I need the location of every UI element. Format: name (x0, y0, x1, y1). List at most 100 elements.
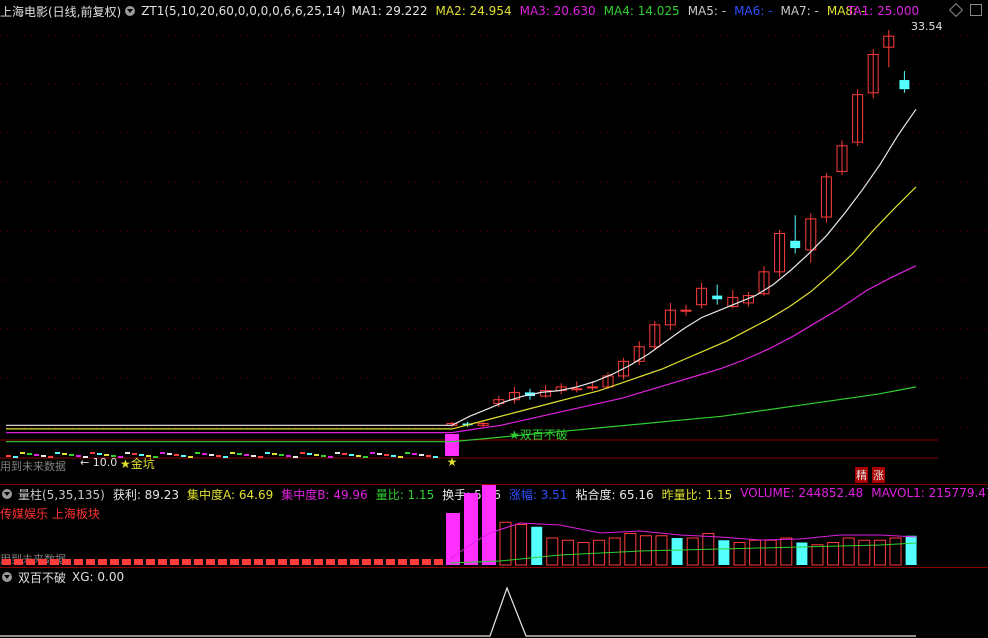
flat-candle (202, 453, 207, 455)
flat-candle (27, 453, 32, 455)
flat-candle (125, 452, 130, 454)
flat-candle (300, 452, 305, 454)
flat-volume-bar (2, 559, 11, 565)
star-marker: ★ (447, 455, 458, 469)
flat-candle (55, 452, 60, 454)
volume-bar-up (561, 539, 574, 566)
volume-bar-up (686, 537, 699, 566)
mavol1-line (449, 522, 917, 560)
flat-candle (223, 456, 228, 458)
flat-volume-bar (302, 559, 311, 565)
flat-candle (251, 455, 256, 457)
flat-candle (195, 452, 200, 454)
flat-candle (230, 452, 235, 454)
flat-volume-bar (374, 559, 383, 565)
flat-candle (384, 454, 389, 456)
flat-candle (419, 454, 424, 456)
flat-volume-bar (26, 559, 35, 565)
flat-volume-bar (86, 559, 95, 565)
volume-bar-up (608, 537, 621, 566)
flat-volume-bar (410, 559, 419, 565)
flat-volume-bar (14, 559, 23, 565)
flat-volume-bar (110, 559, 119, 565)
flat-candle (356, 455, 361, 457)
flat-candle (6, 455, 11, 457)
flat-candle (307, 453, 312, 455)
flat-volume-bar (434, 559, 443, 565)
corner-label-jing: 精 (855, 467, 868, 483)
volume-bar-up (858, 539, 871, 566)
flat-volume-bar (350, 559, 359, 565)
candlestick-chart: ★ (0, 30, 988, 469)
flat-candle (433, 456, 438, 458)
flat-volume-bar (194, 559, 203, 565)
flat-volume-bar (122, 559, 131, 565)
launch-volume-bar (482, 485, 496, 565)
volume-bar-down (718, 540, 730, 565)
volume-bar-down (905, 535, 917, 565)
flat-candle (97, 453, 102, 455)
candle-body-up (680, 309, 692, 312)
flat-volume-bar (74, 559, 83, 565)
ma-line-MA4 (6, 386, 917, 443)
flat-candle (370, 452, 375, 454)
volume-bar-up (811, 544, 824, 566)
volume-bar-up (733, 542, 746, 566)
launch-bar (445, 434, 459, 456)
flat-volume-bar (290, 559, 299, 565)
flat-candle (181, 455, 186, 457)
flat-volume-bar (362, 559, 371, 565)
corner-label-zhang: 涨 (872, 467, 885, 483)
candle-body-down (790, 240, 801, 249)
volume-bar-up (873, 539, 886, 566)
flat-candle (34, 454, 39, 456)
flat-candle (279, 454, 284, 456)
flat-volume-bar (266, 559, 275, 565)
flat-candle (335, 452, 340, 454)
flat-volume-bar (278, 559, 287, 565)
volume-chart (2, 485, 917, 566)
candle-body-up (586, 386, 598, 389)
flat-volume-bar (242, 559, 251, 565)
flat-volume-bar (170, 559, 179, 565)
volume-bar-up (889, 537, 902, 566)
volume-panel: 量柱(5,35,135) 获利: 89.23 集中度A: 64.69 集中度B: 49… (0, 485, 988, 567)
flat-candle (174, 454, 179, 456)
flat-candle (41, 455, 46, 457)
flat-candle (167, 453, 172, 455)
candle-body-down (899, 80, 910, 90)
indicator-chart (0, 586, 916, 637)
volume-bar-down (531, 526, 543, 565)
flat-volume-bar (218, 559, 227, 565)
flat-candle (216, 455, 221, 457)
mavol2-line (449, 542, 917, 564)
flat-volume-bar (314, 559, 323, 565)
flat-volume-bar (254, 559, 263, 565)
flat-volume-bar (38, 559, 47, 565)
flat-candle (209, 454, 214, 456)
flat-volume-bar (206, 559, 215, 565)
flat-candle (160, 452, 165, 454)
flat-volume-bar (338, 559, 347, 565)
flat-volume-bar (182, 559, 191, 565)
flat-candle (272, 453, 277, 455)
flat-candle (314, 454, 319, 456)
flat-candle (321, 455, 326, 457)
volume-bar-up (624, 533, 637, 566)
flat-candle (342, 453, 347, 455)
indicator-panel: 双百不破 XG: 0.00 (0, 568, 988, 638)
flat-candle (258, 456, 263, 458)
ma-line-MA2 (6, 186, 917, 430)
candle-body-down (712, 295, 723, 300)
flat-candle (377, 453, 382, 455)
flat-candle (349, 454, 354, 456)
flat-candle (90, 452, 95, 454)
volume-bar-up (764, 539, 777, 566)
volume-bar-up (780, 537, 793, 566)
flat-candle (69, 454, 74, 456)
flat-candle (412, 453, 417, 455)
flat-candle (244, 454, 249, 456)
flat-volume-bar (62, 559, 71, 565)
flat-volume-bar (398, 559, 407, 565)
flat-candle (20, 452, 25, 454)
